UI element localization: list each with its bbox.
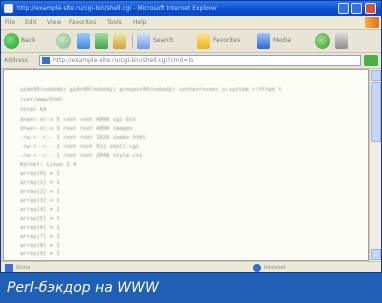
- output-line: Kernel: Linux 2.4: [20, 162, 77, 168]
- ie-icon: [4, 4, 13, 13]
- stop-icon[interactable]: [77, 33, 90, 49]
- output-line: array[3] = 1: [20, 198, 60, 204]
- output-line: array[1] = 1: [20, 180, 60, 186]
- output-line: drwxr-xr-x 5 root root 4096 cgi-bin: [20, 117, 136, 123]
- forward-button[interactable]: [56, 33, 71, 49]
- address-label: Address: [4, 57, 28, 64]
- figure-caption: Perl-бэкдор на WWW: [0, 273, 382, 303]
- media-icon[interactable]: [257, 33, 270, 49]
- media-label[interactable]: Media: [273, 37, 291, 45]
- page-status-icon: [5, 264, 13, 272]
- output-line: array[6] = 1: [20, 225, 60, 231]
- refresh-icon[interactable]: [95, 33, 108, 49]
- vertical-scrollbar[interactable]: [369, 69, 381, 261]
- status-bar: Done Internet: [1, 261, 381, 272]
- address-input[interactable]: http://example-site.ru/cgi-bin/shell.cgi…: [39, 55, 361, 66]
- search-label[interactable]: Search: [153, 37, 174, 45]
- favorites-icon[interactable]: [197, 33, 210, 49]
- favorites-label[interactable]: Favorites: [213, 37, 240, 45]
- menu-tools[interactable]: Tools: [107, 18, 122, 27]
- menu-favorites[interactable]: Favorites: [69, 18, 96, 27]
- output-line: array[2] = 1: [20, 189, 60, 195]
- output-line: -rw-r--r-- 1 root root 1820 index.html: [20, 135, 146, 141]
- output-line: array[0] = 1: [20, 171, 60, 177]
- zone-text: Internet: [264, 265, 286, 271]
- menu-file[interactable]: File: [5, 18, 15, 27]
- output-line: uid=99(nobody) gid=99(nobody) groups=99(…: [20, 87, 282, 93]
- search-icon[interactable]: [137, 33, 150, 49]
- toolbar-separator: [132, 34, 133, 48]
- scroll-thumb[interactable]: [371, 82, 381, 142]
- address-bar: Address http://example-site.ru/cgi-bin/s…: [1, 53, 381, 69]
- internet-zone-icon: [253, 264, 261, 272]
- status-text: Done: [16, 265, 31, 271]
- output-line: array[8] = 1: [20, 243, 60, 249]
- maximize-button[interactable]: [351, 3, 362, 14]
- close-button[interactable]: [365, 3, 376, 14]
- mail-icon[interactable]: [335, 33, 348, 49]
- output-line: /var/www/html: [20, 97, 64, 103]
- windows-logo-icon: [365, 17, 379, 28]
- output-line: total 64: [20, 107, 47, 113]
- minimize-button[interactable]: [338, 3, 349, 14]
- home-icon[interactable]: [113, 33, 126, 49]
- output-line: array[4] = 1: [20, 207, 60, 213]
- title-bar[interactable]: http://example-site.ru/cgi-bin/shell.cgi…: [1, 1, 381, 16]
- output-line: array[5] = 1: [20, 216, 60, 222]
- back-label: Back: [21, 37, 36, 44]
- toolbar: Back Search Favorites Media: [1, 30, 381, 53]
- output-line: array[9] = 1: [20, 251, 60, 257]
- menu-bar: File Edit View Favorites Tools Help: [1, 16, 381, 30]
- caption-text: Perl-бэкдор на WWW: [7, 280, 159, 296]
- page-icon: [42, 57, 50, 64]
- output-line: drwxr-xr-x 3 root root 4096 images: [20, 126, 133, 132]
- menu-view[interactable]: View: [47, 18, 61, 27]
- scroll-up-button[interactable]: [371, 70, 381, 81]
- page-content: uid=99(nobody) gid=99(nobody) groups=99(…: [3, 69, 369, 261]
- go-button[interactable]: [364, 55, 378, 66]
- address-url[interactable]: http://example-site.ru/cgi-bin/shell.cgi…: [53, 56, 193, 65]
- history-icon[interactable]: [315, 33, 330, 49]
- menu-help[interactable]: Help: [133, 18, 147, 27]
- scroll-down-button[interactable]: [371, 249, 381, 260]
- window-title: http://example-site.ru/cgi-bin/shell.cgi…: [17, 5, 218, 12]
- browser-window: http://example-site.ru/cgi-bin/shell.cgi…: [0, 0, 382, 273]
- output-line: array[7] = 1: [20, 234, 60, 240]
- menu-edit[interactable]: Edit: [25, 18, 37, 27]
- output-line: -rw-r--r-- 1 root root 2048 style.css: [20, 153, 143, 159]
- output-line: -rw-r--r-- 1 root root 912 shell.cgi: [20, 144, 140, 150]
- back-button[interactable]: [4, 33, 19, 49]
